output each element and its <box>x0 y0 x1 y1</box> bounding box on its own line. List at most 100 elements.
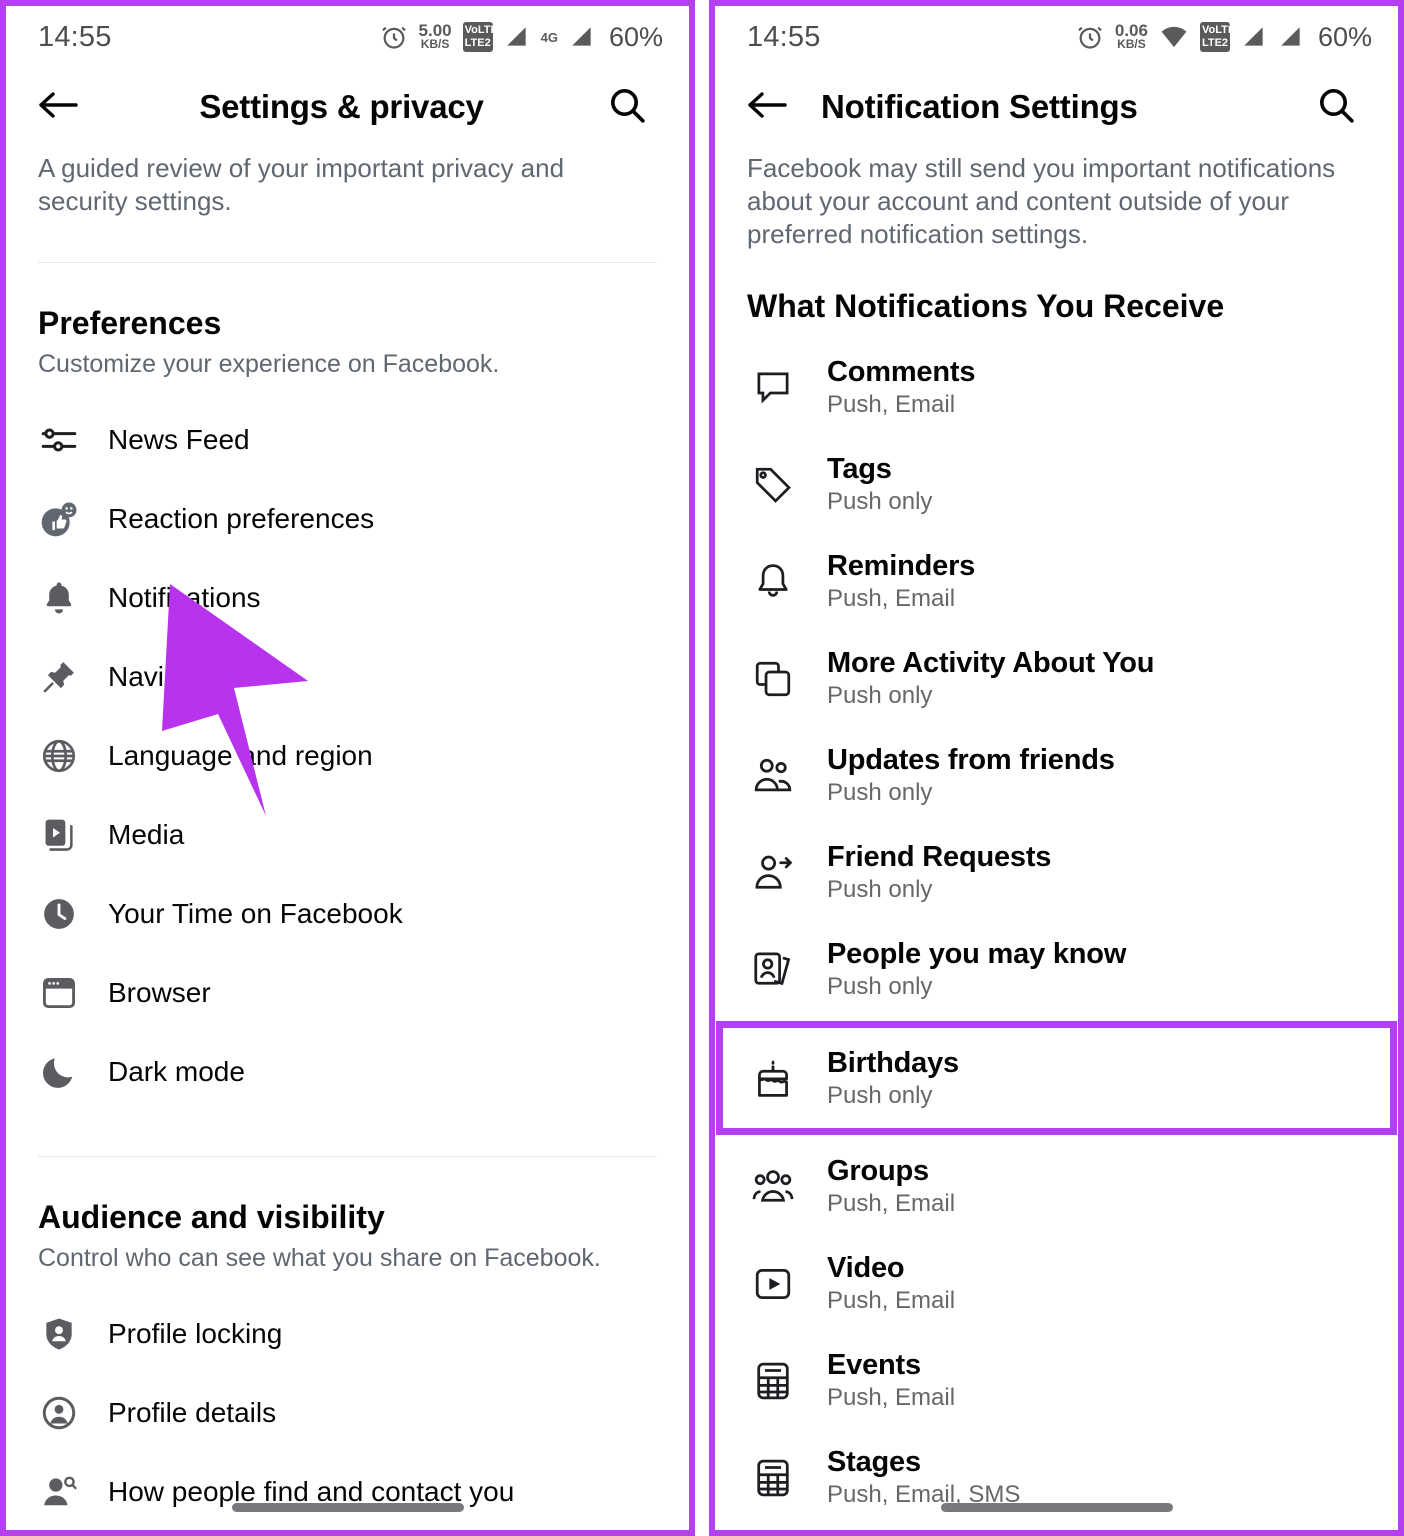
battery-label: 60% <box>608 21 663 52</box>
privacy-checkup-blurb: A guided review of your important privac… <box>38 153 565 216</box>
notification-item-video[interactable]: Video Push, Email <box>747 1235 1366 1332</box>
group-icon <box>747 1165 799 1209</box>
notification-item-text: People you may know Push only <box>827 938 1127 1001</box>
settings-item-label: Your Time on Facebook <box>108 898 403 929</box>
back-arrow-icon[interactable] <box>36 88 90 127</box>
settings-item-label: Notifications <box>108 582 261 613</box>
app-bar-right: Notification Settings <box>715 68 1398 146</box>
alarm-icon <box>380 23 408 51</box>
home-indicator <box>940 1503 1173 1512</box>
media-play-icon <box>38 816 80 854</box>
section-divider-2 <box>38 1155 657 1157</box>
settings-item-news-feed[interactable]: News Feed <box>38 401 657 480</box>
status-icons-right: 0.06 KB/S VoLTE 1 LTE 2 60% <box>1076 22 1372 53</box>
network-speed: 0.06 KB/S <box>1114 21 1148 52</box>
preferences-list: News Feed Reaction preferences Notificat… <box>38 401 657 1112</box>
cake-icon <box>747 1056 799 1100</box>
settings-item-profile-details[interactable]: Profile details <box>38 1374 657 1453</box>
phone-screen-settings-privacy: 14:55 5.00 KB/S VoLTE 1 LTE 2 4G 60% Set… <box>0 0 695 1536</box>
notification-item-updates-from-friends[interactable]: Updates from friends Push only <box>747 727 1366 824</box>
section-divider <box>38 261 657 263</box>
calendar-grid-icon <box>747 1456 799 1500</box>
signal-bars-1-icon <box>504 24 530 50</box>
section-title-what-notifications: What Notifications You Receive <box>747 288 1225 325</box>
settings-item-media[interactable]: Media <box>38 796 657 875</box>
notification-list: Comments Push, Email Tags Push only Remi… <box>716 339 1397 1526</box>
notification-item-text: Stages Push, Email, SMS <box>827 1446 1021 1509</box>
comparison-screenshot: 14:55 5.00 KB/S VoLTE 1 LTE 2 4G 60% Set… <box>0 0 1404 1536</box>
signal-bars-1-icon <box>1241 24 1267 50</box>
notification-item-friend-requests[interactable]: Friend Requests Push only <box>747 824 1366 921</box>
sliders-icon <box>38 421 80 459</box>
page-title: Settings & privacy <box>199 88 484 125</box>
notification-item-text: Reminders Push, Email <box>827 550 976 613</box>
contact-cards-icon <box>747 948 799 992</box>
notification-item-text: Events Push, Email <box>827 1349 956 1412</box>
notification-item-tags[interactable]: Tags Push only <box>747 436 1366 533</box>
comment-bubble-icon <box>747 366 799 410</box>
network-type-label: 4G <box>540 29 558 45</box>
battery-label: 60% <box>1317 21 1372 52</box>
notification-item-groups[interactable]: Groups Push, Email <box>747 1138 1366 1235</box>
notification-item-text: More Activity About You Push only <box>827 647 1155 710</box>
notification-item-events[interactable]: Events Push, Email <box>747 1332 1366 1429</box>
back-arrow-icon[interactable] <box>745 88 799 127</box>
person-circle-icon <box>38 1394 80 1432</box>
notification-item-text: Video Push, Email <box>827 1252 956 1315</box>
people-icon <box>747 754 799 798</box>
app-bar-left: Settings & privacy <box>6 68 689 146</box>
settings-item-how-people-find-and-contact-you[interactable]: How people find and contact you <box>38 1453 657 1531</box>
audience-list: Profile locking Profile details How peop… <box>38 1295 657 1536</box>
settings-item-reaction-preferences[interactable]: Reaction preferences <box>38 480 657 559</box>
search-icon[interactable] <box>607 85 659 130</box>
search-icon[interactable] <box>1316 85 1368 130</box>
status-bar-left: 14:55 5.00 KB/S VoLTE 1 LTE 2 4G 60% <box>6 6 689 68</box>
settings-item-profile-locking[interactable]: Profile locking <box>38 1295 657 1374</box>
notification-item-birthdays[interactable]: Birthdays Push only <box>716 1021 1397 1136</box>
settings-item-label: Profile locking <box>108 1318 283 1349</box>
home-indicator <box>231 1503 464 1512</box>
settings-item-navigation[interactable]: Navigation <box>38 638 657 717</box>
page-title: Notification Settings <box>821 88 1138 125</box>
notification-item-reminders[interactable]: Reminders Push, Email <box>747 533 1366 630</box>
settings-item-label: Navigation <box>108 661 241 692</box>
settings-item-language-and-region[interactable]: Language and region <box>38 717 657 796</box>
browser-window-icon <box>38 974 80 1012</box>
thumbs-up-icon <box>38 499 80 539</box>
settings-item-label: Browser <box>108 977 211 1008</box>
settings-item-label: Language and region <box>108 740 373 771</box>
pin-icon <box>38 658 80 696</box>
signal-bars-2-icon <box>569 24 595 50</box>
shield-person-icon <box>38 1315 80 1353</box>
wifi-icon <box>1159 24 1189 50</box>
notification-item-people-you-may-know[interactable]: People you may know Push only <box>747 921 1366 1018</box>
phone-screen-notification-settings: 14:55 0.06 KB/S VoLTE 1 LTE 2 60% Notifi… <box>709 0 1404 1536</box>
settings-item-dark-mode[interactable]: Dark mode <box>38 1033 657 1112</box>
settings-item-browser[interactable]: Browser <box>38 954 657 1033</box>
notification-content: Facebook may still send you important no… <box>715 146 1398 1526</box>
settings-item-partial-cutoff[interactable] <box>38 1532 657 1536</box>
clock-icon <box>38 895 80 933</box>
settings-item-notifications[interactable]: Notifications <box>38 559 657 638</box>
notification-item-comments[interactable]: Comments Push, Email <box>747 339 1366 436</box>
settings-item-label: News Feed <box>108 424 250 455</box>
settings-item-your-time-on-facebook[interactable]: Your Time on Facebook <box>38 875 657 954</box>
globe-icon <box>38 737 80 775</box>
notification-blurb: Facebook may still send you important no… <box>747 153 1336 249</box>
notification-item-text: Birthdays Push only <box>827 1046 959 1109</box>
notification-item-text: Updates from friends Push only <box>827 744 1115 807</box>
volte-badge: VoLTE 1 LTE 2 <box>1199 22 1241 52</box>
notification-item-more-activity-about-you[interactable]: More Activity About You Push only <box>747 630 1366 727</box>
notification-item-text: Friend Requests Push only <box>827 841 1052 904</box>
status-icons-left: 5.00 KB/S VoLTE 1 LTE 2 4G 60% <box>380 22 663 53</box>
bell-outline-icon <box>747 560 799 604</box>
signal-bars-2-icon <box>1278 24 1304 50</box>
alarm-icon <box>1076 23 1104 51</box>
bell-icon <box>38 579 80 617</box>
notification-item-text: Comments Push, Email <box>827 356 976 419</box>
section-title-preferences: Preferences <box>38 304 222 341</box>
section-title-audience: Audience and visibility <box>38 1198 385 1235</box>
settings-item-label: Media <box>108 819 185 850</box>
video-play-icon <box>747 1262 799 1306</box>
section-subtitle-preferences: Customize your experience on Facebook. <box>38 349 500 378</box>
